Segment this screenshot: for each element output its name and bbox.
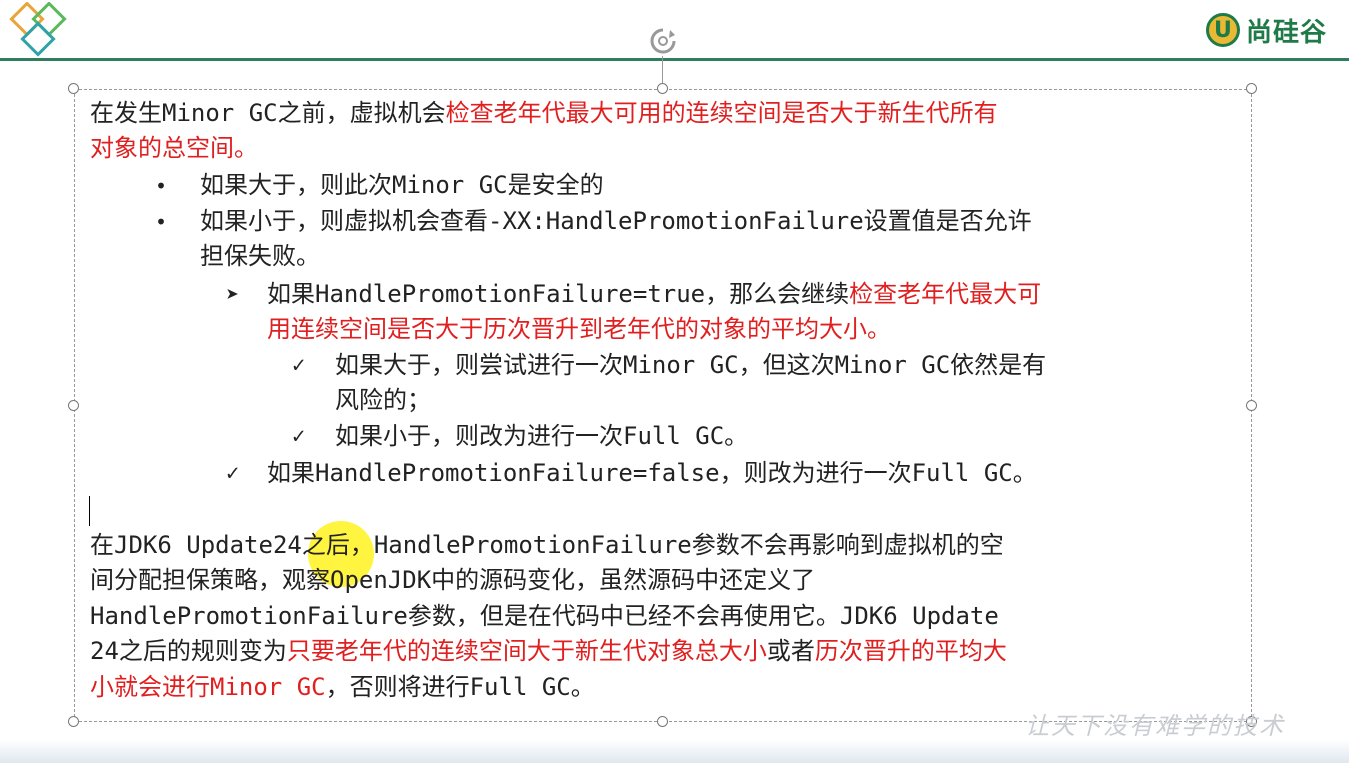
check-item-3: 如果HandlePromotionFailure=false，则改为进行一次Fu…: [267, 459, 1037, 487]
bullet-2-line-2: 担保失败。: [200, 242, 320, 270]
arrow-bullet-icon: ➤: [226, 283, 240, 308]
intro-line-1: 在发生Minor GC之前，虚拟机会检查老年代最大可用的连续空间是否大于新生代所…: [90, 96, 998, 131]
bullet-2-line-1: 如果小于，则虚拟机会查看-XX:HandlePromotionFailure设置…: [200, 207, 1032, 235]
check-item-2: 如果小于，则改为进行一次Full GC。: [335, 422, 749, 450]
check-icon: ✓: [292, 353, 306, 378]
check-icon: ✓: [292, 424, 306, 449]
resize-handle-left[interactable]: [68, 400, 79, 411]
resize-handle-bottom[interactable]: [657, 716, 668, 727]
bottom-decoration: [0, 740, 1349, 763]
bullet-1: 如果大于，则此次Minor GC是安全的: [200, 171, 604, 199]
check-icon: ✓: [226, 461, 240, 486]
para2-line-2: 间分配担保策略，观察OpenJDK中的源码变化，虽然源码中还定义了: [90, 566, 816, 594]
header-divider: [0, 58, 1349, 61]
bullet-dot: •: [155, 174, 168, 198]
arrow-item-line-1: 如果HandlePromotionFailure=true，那么会继续检查老年代…: [267, 277, 1041, 312]
text-cursor: [89, 496, 90, 526]
arrow-item-emphasis: 检查老年代最大可: [849, 280, 1042, 308]
brand-name: 尚硅谷: [1245, 17, 1327, 48]
intro-line-2: 对象的总空间。: [90, 134, 258, 162]
para2-line-3: HandlePromotionFailure参数，但是在代码中已经不会再使用它。…: [90, 602, 999, 630]
resize-handle-top-left[interactable]: [68, 83, 79, 94]
para2-line-5: 小就会进行Minor GC，否则将进行Full GC。: [90, 670, 595, 705]
para2-line-1: 在JDK6 Update24之后，HandlePromotionFailure参…: [90, 531, 1004, 559]
resize-handle-right[interactable]: [1246, 400, 1257, 411]
para2-text: ，否则将进行Full GC。: [325, 673, 595, 701]
bullet-dot: •: [155, 210, 168, 234]
check-item-1-line-1: 如果大于，则尝试进行一次Minor GC，但这次Minor GC依然是有: [335, 351, 1047, 379]
arrow-item-text: 如果HandlePromotionFailure=true，那么会继续: [267, 280, 850, 308]
para2-emphasis: 历次晋升的平均大: [814, 637, 1007, 665]
resize-handle-top[interactable]: [657, 83, 668, 94]
para2-text: 24之后的规则变为: [90, 637, 287, 665]
intro-emphasis: 检查老年代最大可用的连续空间是否大于新生代所有: [445, 99, 998, 127]
brand-u-icon: U: [1205, 13, 1240, 47]
brand-logo: U 尚硅谷: [1205, 10, 1327, 50]
watermark: 让天下没有难学的技术: [1025, 712, 1285, 740]
para2-emphasis: 小就会进行Minor GC: [90, 673, 326, 701]
para2-text: 或者: [766, 637, 815, 665]
para2-emphasis: 只要老年代的连续空间大于新生代对象总大小: [286, 637, 767, 665]
rotate-handle-icon[interactable]: [648, 26, 678, 56]
intro-text: 在发生Minor GC之前，虚拟机会: [90, 99, 446, 127]
resize-handle-top-right[interactable]: [1246, 83, 1257, 94]
logo-diamonds-icon: [9, 2, 67, 57]
resize-handle-bottom-left[interactable]: [68, 716, 79, 727]
check-item-1-line-2: 风险的；: [335, 386, 431, 414]
arrow-item-line-2: 用连续空间是否大于历次晋升到老年代的对象的平均大小。: [267, 315, 891, 343]
para2-line-4: 24之后的规则变为只要老年代的连续空间大于新生代对象总大小或者历次晋升的平均大: [90, 634, 1007, 669]
